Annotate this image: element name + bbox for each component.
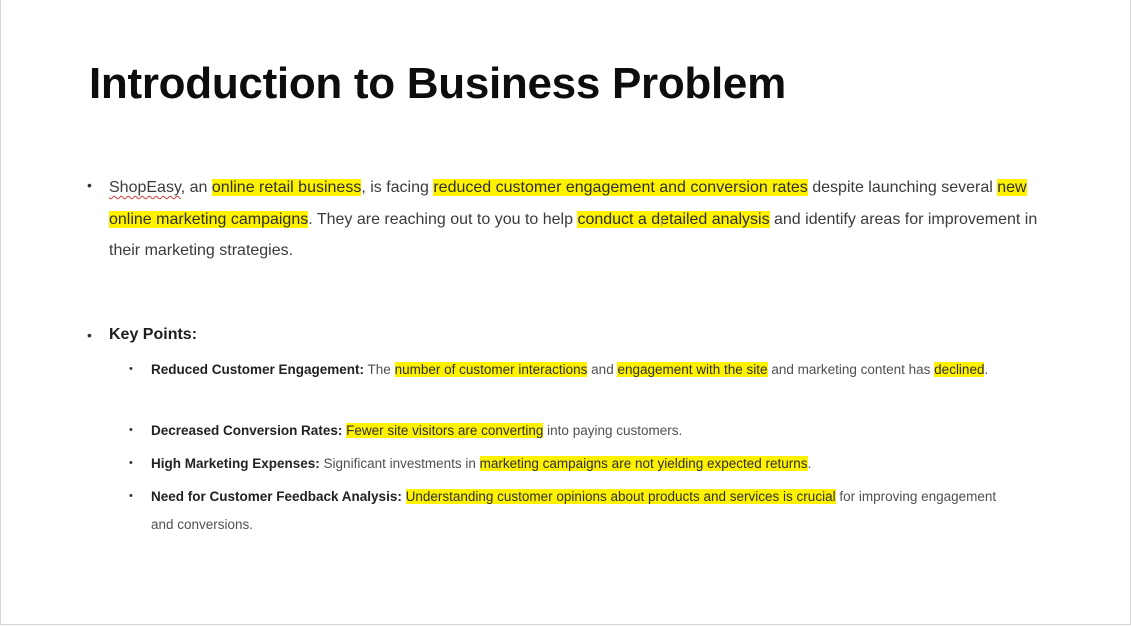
sub-bullet-dot: • <box>129 490 133 502</box>
text-cursor-icon: I <box>660 217 664 229</box>
intro-text: despite launching several <box>807 179 998 196</box>
bullet-dot: • <box>87 327 92 343</box>
key-point-text: Significant investments in <box>319 456 480 471</box>
intro-paragraph: ShopEasy, an online retail business, is … <box>109 172 1069 267</box>
key-point-highlight: Fewer site visitors are converting <box>346 423 544 438</box>
key-point-label: High Marketing Expenses: <box>151 456 320 471</box>
key-point-text: and marketing content has <box>767 362 935 377</box>
key-point-item: Decreased Conversion Rates: Fewer site v… <box>151 417 1011 445</box>
key-point-label: Need for Customer Feedback Analysis: <box>151 489 402 504</box>
key-point-highlight: declined <box>934 362 985 377</box>
intro-text: . They are reaching out to you to help <box>308 210 578 228</box>
intro-highlight: conduct a detailed analysis <box>577 210 770 228</box>
bullet-dot: • <box>87 177 92 193</box>
key-point-item: Reduced Customer Engagement: The number … <box>151 356 1011 384</box>
key-point-text: and <box>587 362 618 377</box>
intro-text: , is facing <box>361 179 434 196</box>
key-point-item: High Marketing Expenses: Significant inv… <box>151 450 1011 478</box>
key-points-heading: Key Points: <box>109 326 198 343</box>
key-point-label: Decreased Conversion Rates: <box>151 423 343 438</box>
sub-bullet-dot: • <box>129 363 133 375</box>
intro-highlight: online retail business <box>211 179 362 196</box>
slide-title: Introduction to Business Problem <box>89 59 786 108</box>
sub-bullet-dot: • <box>129 457 133 469</box>
key-point-highlight: Understanding customer opinions about pr… <box>405 489 836 504</box>
slide: Introduction to Business Problem • ShopE… <box>0 0 1131 625</box>
key-point-highlight: marketing campaigns are not yielding exp… <box>479 456 808 471</box>
key-point-highlight: engagement with the site <box>617 362 768 377</box>
key-point-text: . <box>807 456 812 471</box>
key-point-label: Reduced Customer Engagement: <box>151 362 365 377</box>
key-point-highlight: number of customer interactions <box>394 362 588 377</box>
key-point-text: into paying customers. <box>543 423 683 438</box>
key-point-item: Need for Customer Feedback Analysis: Und… <box>151 483 1011 538</box>
key-point-text: The <box>364 362 395 377</box>
intro-highlight: reduced customer engagement and conversi… <box>433 179 808 196</box>
intro-text: , an <box>180 179 212 196</box>
sub-bullet-dot: • <box>129 424 133 436</box>
key-point-text: . <box>984 362 989 377</box>
company-name: ShopEasy <box>109 179 181 196</box>
